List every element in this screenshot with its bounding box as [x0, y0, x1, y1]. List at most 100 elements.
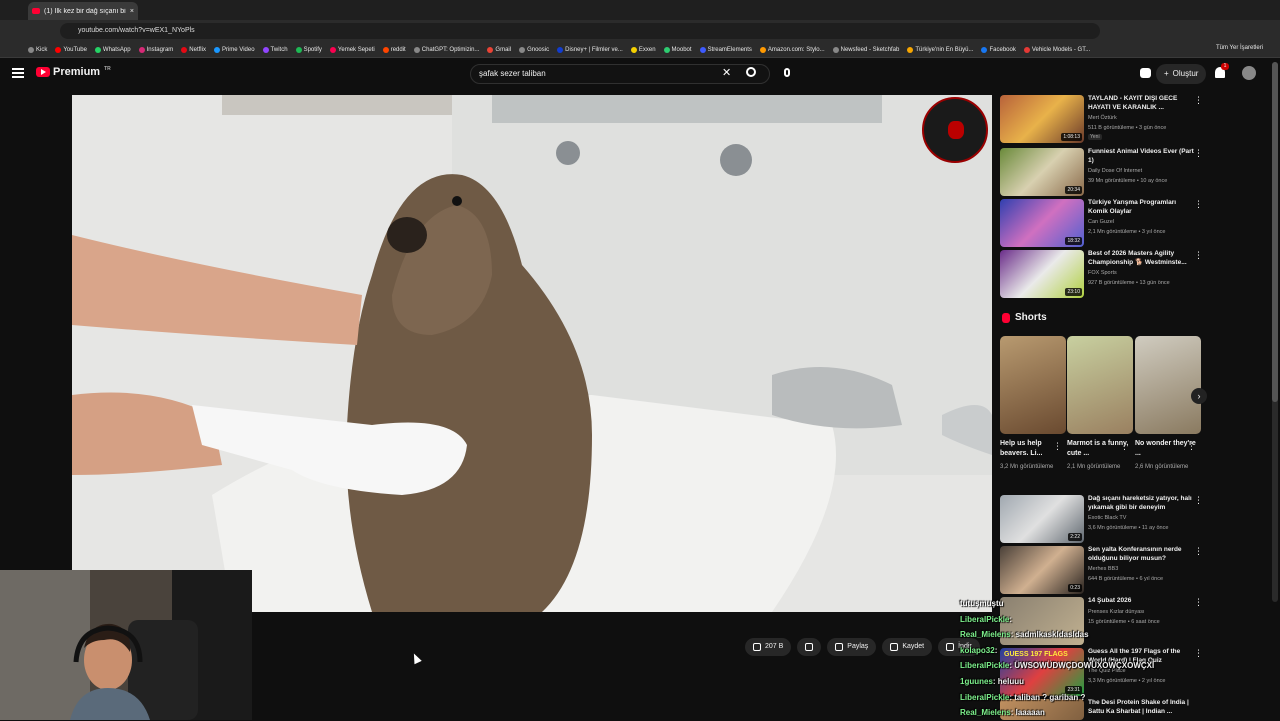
browser-tab-active[interactable]: (1) İlk kez bir dağ sıçanı bir... × — [28, 2, 138, 20]
shorts-next-button[interactable]: › — [1191, 388, 1207, 404]
bookmark-icon — [519, 46, 526, 53]
bookmark-item[interactable]: StreamElements — [699, 46, 752, 53]
more-options-icon[interactable]: ⋮ — [1187, 441, 1196, 452]
channel-name[interactable]: Can Guzel — [1088, 219, 1114, 225]
microphone-icon[interactable] — [782, 64, 792, 84]
browser-tab-bar — [0, 0, 1280, 20]
more-options-icon[interactable]: ⋮ — [1194, 199, 1203, 210]
more-options-icon[interactable]: ⋮ — [1194, 495, 1203, 506]
more-options-icon[interactable]: ⋮ — [1053, 441, 1062, 452]
short-thumbnail[interactable] — [1000, 336, 1066, 434]
tab-close-icon[interactable]: × — [130, 8, 134, 15]
bookmark-item[interactable]: Disney+ | Filmler ve... — [557, 46, 623, 53]
channel-name[interactable]: Daily Dose Of Internet — [1088, 168, 1142, 174]
chat-message: LiberalPickle: ÜWSOWÜDWÇDOWÜXOWÇXOWÇXİ — [960, 658, 1190, 674]
account-avatar[interactable] — [1242, 66, 1256, 80]
chat-message: 1guunes: heluuu — [960, 674, 1190, 690]
recommended-video[interactable]: 20:34 Funniest Animal Videos Ever (Part … — [1000, 148, 1203, 196]
chat-text: : ÜWSOWÜDWÇDOWÜXOWÇXOWÇXİ — [1009, 661, 1155, 671]
channel-name[interactable]: Mert Öztürk — [1088, 115, 1117, 121]
url-input[interactable]: youtube.com/watch?v=wEX1_NYoPls — [60, 23, 1100, 39]
bookmark-item[interactable]: Prime Video — [213, 46, 255, 53]
recommended-video[interactable]: 18:32 Türkiye Yarışma Programları Komik … — [1000, 199, 1203, 247]
bookmark-item[interactable]: Vehicle Models - GT... — [1023, 46, 1090, 53]
video-title[interactable]: Sen yalta Konferansının nerde olduğunu b… — [1088, 546, 1196, 563]
more-options-icon[interactable]: ⋮ — [1194, 95, 1203, 106]
like-button[interactable]: 207 B — [745, 638, 792, 656]
video-meta: 511 B görüntüleme • 3 gün önce — [1088, 125, 1167, 131]
chat-overlay: tutuşmuştu LiberalPickle: Real_Mielens: … — [960, 596, 1190, 721]
video-duration: 0:23 — [1068, 584, 1082, 592]
bookmark-item[interactable]: reddit — [382, 46, 406, 53]
video-title[interactable]: Best of 2026 Masters Agility Championshi… — [1088, 250, 1196, 267]
more-options-icon[interactable]: ⋮ — [1194, 546, 1203, 557]
recommended-video[interactable]: 1:08:13 TAYLAND - KAYIT DIŞI GECE HAYATI… — [1000, 95, 1203, 143]
bookmark-item[interactable]: Gnoosic — [519, 46, 549, 53]
video-title[interactable]: Funniest Animal Videos Ever (Part 1) — [1088, 148, 1196, 165]
bookmark-item[interactable]: Facebook — [981, 46, 1016, 53]
bookmark-item[interactable]: Netflix — [181, 46, 206, 53]
chat-text: : heluuu — [992, 676, 1025, 686]
bookmark-icon — [981, 46, 988, 53]
channel-name[interactable]: FOX Sports — [1088, 270, 1117, 276]
all-bookmarks-link[interactable]: Tüm Yer İşaretleri — [1216, 45, 1263, 51]
save-button[interactable]: Kaydet — [882, 638, 933, 656]
bookmark-item[interactable]: ChatGPT: Optimizin... — [413, 46, 479, 53]
short-views: 2,1 Mn görüntüleme — [1067, 464, 1121, 470]
channel-name[interactable]: Merhes BB3 — [1088, 566, 1118, 572]
create-button[interactable]: + Oluştur — [1156, 64, 1207, 84]
video-title[interactable]: Dağ sıçanı hareketsiz yatıyor, halı yıka… — [1088, 495, 1196, 512]
bookmark-item[interactable]: Yemek Sepeti — [329, 46, 375, 53]
youtube-logo[interactable]: Premium TR — [36, 66, 111, 78]
more-options-icon[interactable]: ⋮ — [1194, 148, 1203, 159]
bookmark-item[interactable]: YouTube — [55, 46, 87, 53]
notification-badge: 1 — [1221, 63, 1229, 70]
short-views: 2,6 Mn görüntüleme — [1135, 464, 1189, 470]
more-options-icon[interactable]: ⋮ — [1194, 250, 1203, 261]
bookmark-item[interactable]: Exxen — [630, 46, 656, 53]
webcam-frame — [0, 570, 252, 720]
shorts-section-header: Shorts — [1002, 312, 1047, 323]
search-icon[interactable] — [746, 67, 756, 77]
bookmark-icon — [295, 46, 302, 53]
bookmark-item[interactable]: Gmail — [487, 46, 511, 53]
bookmark-item[interactable]: Kick — [28, 46, 47, 53]
bookmark-item[interactable]: Instagram — [138, 46, 173, 53]
cast-icon[interactable] — [1140, 68, 1151, 78]
short-thumbnail[interactable] — [1135, 336, 1201, 434]
more-options-icon[interactable]: ⋮ — [1194, 648, 1203, 659]
more-options-icon[interactable]: ⋮ — [1120, 441, 1129, 452]
video-title[interactable]: Türkiye Yarışma Programları Komik Olayla… — [1088, 199, 1196, 216]
bookmark-icon — [262, 46, 269, 53]
dislike-button[interactable] — [797, 638, 822, 656]
page-scrollbar-thumb[interactable] — [1272, 62, 1278, 402]
video-duration: 1:08:13 — [1061, 133, 1082, 141]
clear-search-icon[interactable]: ✕ — [722, 66, 731, 79]
channel-name[interactable]: Exotic Black TV — [1088, 515, 1126, 521]
bookmark-item[interactable]: Amazon.com: Stylo... — [759, 46, 825, 53]
bookmark-item[interactable]: Türkiye'nin En Büyü... — [907, 46, 973, 53]
video-player[interactable] — [72, 95, 992, 612]
recommended-video[interactable]: 2:22 Dağ sıçanı hareketsiz yatıyor, halı… — [1000, 495, 1203, 543]
bookmark-item[interactable]: Twitch — [262, 46, 288, 53]
bookmark-item[interactable]: Moobot — [663, 46, 692, 53]
chat-message: LiberalPickle: taliban ? gariban ? — [960, 690, 1190, 706]
bookmark-item[interactable]: WhatsApp — [94, 46, 131, 53]
logo-text: Premium — [53, 66, 101, 78]
chat-text: : — [1009, 614, 1013, 624]
video-title[interactable]: TAYLAND - KAYIT DIŞI GECE HAYATI VE KARA… — [1088, 95, 1196, 112]
recommended-video[interactable]: 23:10 Best of 2026 Masters Agility Champ… — [1000, 250, 1203, 298]
video-meta: 927 B görüntüleme • 13 gün önce — [1088, 280, 1170, 286]
share-icon — [835, 643, 844, 651]
bookmark-item[interactable]: Spotify — [295, 46, 322, 53]
hamburger-menu-icon[interactable] — [12, 68, 24, 78]
video-frame — [72, 95, 992, 612]
short-thumbnail[interactable] — [1067, 336, 1133, 434]
bookmark-item[interactable]: Newsfeed - Sketchfab — [832, 46, 899, 53]
channel-watermark-logo[interactable] — [922, 97, 988, 163]
share-button[interactable]: Paylaş — [827, 638, 877, 656]
more-options-icon[interactable]: ⋮ — [1194, 597, 1203, 608]
chat-message: kolapo32: — [960, 643, 1190, 659]
recommended-video[interactable]: 0:23 Sen yalta Konferansının nerde olduğ… — [1000, 546, 1203, 594]
bookmark-icon — [557, 46, 564, 53]
